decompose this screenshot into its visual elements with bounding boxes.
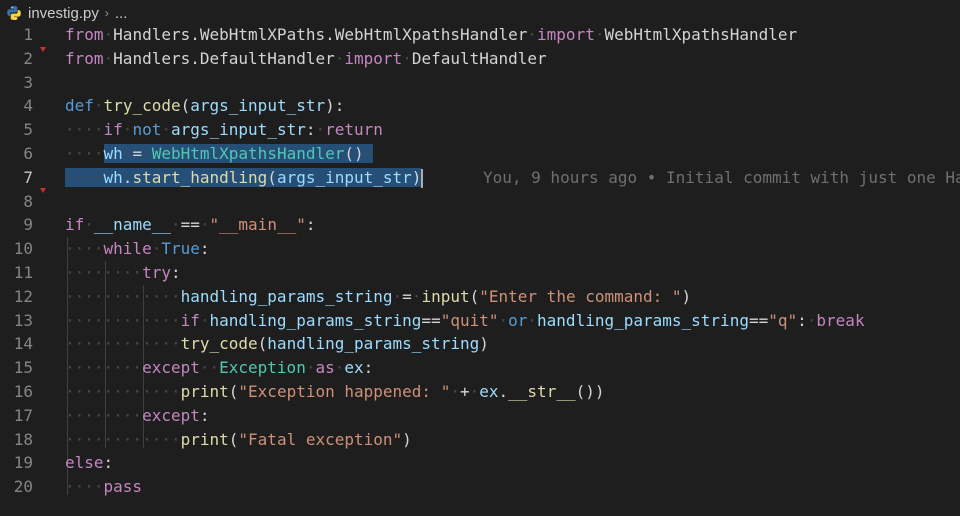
- line-number: 17: [13, 405, 33, 425]
- code-line: 3: [0, 71, 960, 95]
- text-cursor: [421, 168, 423, 188]
- code-text: ············try_code(handling_params_str…: [65, 334, 489, 354]
- code-text: from·Handlers.WebHtmlXPaths.WebHtmlXpath…: [65, 25, 798, 44]
- code-line: 4 def·try_code(args_input_str):: [0, 94, 960, 118]
- git-blame-annotation: You, 9 hours ago • Initial commit with j…: [483, 167, 960, 187]
- line-number: 13: [13, 310, 33, 330]
- line-number: 16: [13, 382, 33, 401]
- code-text: ············if·handling_params_string=="…: [65, 310, 865, 330]
- code-line-active: 7 ····wh.start_handling(args_input_str) …: [0, 166, 960, 190]
- code-text: ············print("Fatal exception"): [65, 429, 412, 449]
- line-number: 4: [23, 96, 33, 116]
- code-text: ····while·True:: [65, 239, 210, 259]
- code-line: 1 from·Handlers.WebHtmlXPaths.WebHtmlXpa…: [0, 23, 960, 47]
- code-line: 18 ············print("Fatal exception"): [0, 428, 960, 452]
- code-text: else:: [65, 453, 114, 473]
- line-number: 12: [13, 286, 33, 306]
- code-line: 13 ············if·handling_params_string…: [0, 309, 960, 333]
- code-line: 14 ············try_code(handling_params_…: [0, 332, 960, 356]
- line-number: 1: [23, 25, 33, 44]
- line-number: 14: [13, 334, 33, 354]
- code-line: 16 ············print("Exception happened…: [0, 380, 960, 404]
- line-number: 9: [23, 215, 33, 235]
- code-line: 12 ············handling_params_string·=·…: [0, 285, 960, 309]
- breadcrumb-file-name[interactable]: investig.py: [28, 5, 99, 22]
- code-text: from·Handlers.DefaultHandler·import·Defa…: [65, 48, 547, 68]
- line-number: 15: [13, 358, 33, 378]
- line-number: 3: [23, 72, 33, 92]
- line-number: 8: [23, 191, 33, 211]
- line-number: 20: [13, 477, 33, 497]
- line-number: 7: [23, 167, 33, 187]
- code-line: 20 ····pass: [0, 475, 960, 499]
- chevron-right-icon: ›: [104, 6, 109, 20]
- code-line: 15 ········except··Exception·as·ex:: [0, 356, 960, 380]
- line-number: 6: [23, 144, 33, 163]
- code-text: ········try:: [65, 263, 181, 282]
- code-line: 11 ········try:: [0, 261, 960, 285]
- code-text: ········except··Exception·as·ex:: [65, 358, 374, 378]
- code-line: 2 from·Handlers.DefaultHandler·import·De…: [0, 47, 960, 71]
- line-number: 18: [13, 429, 33, 449]
- line-number: 5: [23, 120, 33, 140]
- code-text: if·__name__·==·"__main__":: [65, 215, 316, 235]
- code-line: 8: [0, 190, 960, 214]
- code-text: ············handling_params_string·=·inp…: [65, 286, 692, 306]
- code-line: 19 else:: [0, 451, 960, 475]
- code-line: 17 ········except:: [0, 404, 960, 428]
- code-text: ········except:: [65, 405, 210, 425]
- code-editor[interactable]: 1 from·Handlers.WebHtmlXPaths.WebHtmlXpa…: [0, 23, 960, 516]
- code-line: 5 ····if·not·args_input_str:·return: [0, 118, 960, 142]
- line-number: 11: [13, 263, 33, 282]
- line-number: 2: [23, 48, 33, 68]
- code-line: 6 ····wh·=·WebHtmlXpathsHandler()·: [0, 142, 960, 166]
- code-text: ····wh·=·WebHtmlXpathsHandler()·: [65, 144, 374, 163]
- code-text: def·try_code(args_input_str):: [65, 96, 345, 116]
- code-text: ····if·not·args_input_str:·return: [65, 120, 383, 140]
- code-line: 9 if·__name__·==·"__main__":: [0, 213, 960, 237]
- code-text: ····wh.start_handling(args_input_str): [65, 167, 422, 187]
- code-text: ············print("Exception happened: "…: [65, 382, 605, 401]
- line-number: 19: [13, 453, 33, 473]
- code-line: 10 ····while·True:: [0, 237, 960, 261]
- python-file-icon: [6, 5, 22, 21]
- breadcrumb-more[interactable]: ...: [115, 5, 128, 22]
- line-number: 10: [13, 239, 33, 259]
- code-text: ····pass: [65, 477, 143, 497]
